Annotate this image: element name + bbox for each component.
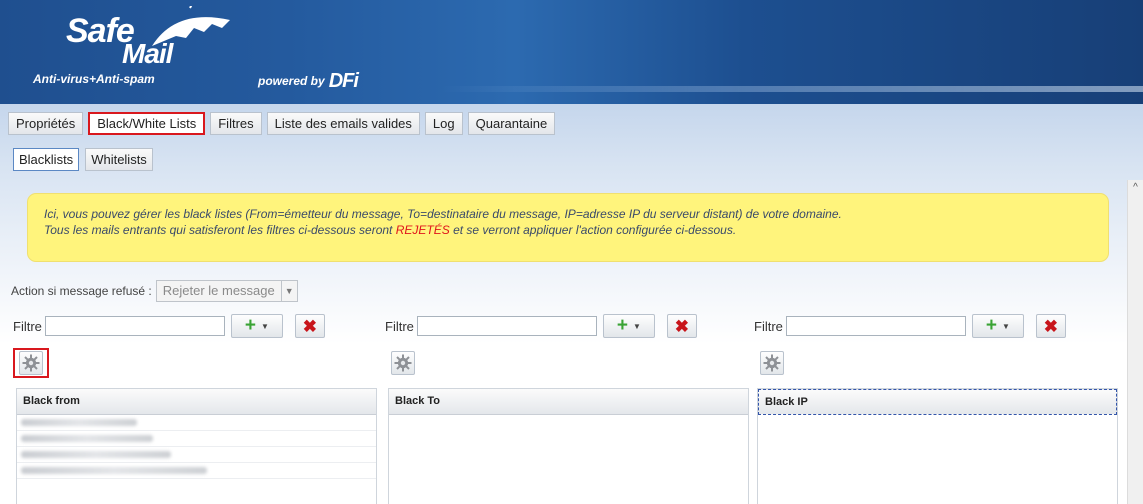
subtab-blacklists[interactable]: Blacklists <box>13 148 80 171</box>
table-row[interactable] <box>17 447 376 463</box>
filter-row: Filtre + ▼ ✖ <box>13 314 376 338</box>
main-tabs: Propriétés Black/White Lists Filtres Lis… <box>8 112 556 136</box>
main-content: Propriétés Black/White Lists Filtres Lis… <box>0 104 1143 504</box>
gear-icon <box>22 354 40 372</box>
filter-input-black-ip[interactable] <box>785 316 966 336</box>
powered-by: powered by DFi <box>258 70 359 93</box>
info-box: Ici, vous pouvez gérer les black listes … <box>27 193 1109 262</box>
filter-input-black-from[interactable] <box>44 316 225 336</box>
scroll-up-arrow-icon[interactable]: ^ <box>1128 181 1143 195</box>
column-header-black-from[interactable]: Black from <box>17 389 376 415</box>
rejected-highlight: REJETÉS <box>395 223 450 237</box>
list-subtabs: Blacklists Whitelists <box>13 148 153 171</box>
refused-action-row: Action si message refusé : Rejeter le me… <box>11 280 298 302</box>
filter-input-black-to[interactable] <box>416 316 597 336</box>
delete-button[interactable]: ✖ <box>1035 314 1066 338</box>
table-row[interactable] <box>17 415 376 431</box>
black-from-panel: Filtre + ▼ ✖ Black from <box>13 314 377 504</box>
tab-log[interactable]: Log <box>424 112 463 135</box>
close-icon: ✖ <box>1043 316 1059 336</box>
filter-label: Filtre <box>13 318 42 334</box>
vertical-scrollbar[interactable]: ^ <box>1127 180 1143 504</box>
black-ip-grid: Black IP <box>757 388 1118 504</box>
refused-action-select[interactable]: Rejeter le message ▼ <box>155 280 298 302</box>
add-button[interactable]: + ▼ <box>230 314 283 338</box>
chevron-down-icon: ▼ <box>1001 321 1010 331</box>
chevron-down-icon[interactable]: ▼ <box>280 281 297 301</box>
header-decoration <box>440 86 1143 92</box>
info-line-1: Ici, vous pouvez gérer les black listes … <box>44 207 842 221</box>
refused-action-label: Action si message refusé : <box>11 284 152 298</box>
plus-icon: + <box>244 315 256 336</box>
gear-icon <box>394 354 412 372</box>
black-to-grid: Black To <box>388 388 749 504</box>
tab-black-white-lists[interactable]: Black/White Lists <box>88 112 206 135</box>
logo-text-mail: Mail <box>122 38 173 69</box>
chevron-down-icon: ▼ <box>632 321 641 331</box>
table-row[interactable] <box>17 463 376 479</box>
add-button[interactable]: + ▼ <box>971 314 1024 338</box>
chevron-down-icon: ▼ <box>260 321 269 331</box>
settings-button[interactable] <box>754 348 790 378</box>
column-header-black-to[interactable]: Black To <box>389 389 748 415</box>
tab-liste-emails-valides[interactable]: Liste des emails valides <box>266 112 420 135</box>
powered-by-label: powered by <box>258 74 325 88</box>
tab-proprietes[interactable]: Propriétés <box>8 112 84 135</box>
close-icon: ✖ <box>302 316 318 336</box>
tab-filtres[interactable]: Filtres <box>210 112 262 135</box>
delete-button[interactable]: ✖ <box>294 314 325 338</box>
filter-label: Filtre <box>385 318 414 334</box>
settings-button[interactable] <box>13 348 49 378</box>
logo-tagline: Anti-virus+Anti-spam <box>33 72 155 86</box>
table-row[interactable] <box>17 431 376 447</box>
subtab-whitelists[interactable]: Whitelists <box>85 148 153 171</box>
gear-icon <box>763 354 781 372</box>
app-header: Safe Mail Anti-virus+Anti-spam powered b… <box>0 0 1143 104</box>
info-line-2: Tous les mails entrants qui satisferont … <box>44 223 737 237</box>
black-to-panel: Filtre + ▼ ✖ Black To <box>385 314 749 504</box>
black-from-grid: Black from <box>16 388 377 504</box>
refused-action-value: Rejeter le message <box>162 283 275 298</box>
black-ip-panel: Filtre + ▼ ✖ Black IP <box>754 314 1118 504</box>
plus-icon: + <box>985 315 997 336</box>
settings-button[interactable] <box>385 348 421 378</box>
filter-row: Filtre + ▼ ✖ <box>754 314 1117 338</box>
add-button[interactable]: + ▼ <box>602 314 655 338</box>
filter-row: Filtre + ▼ ✖ <box>385 314 748 338</box>
column-header-black-ip[interactable]: Black IP <box>758 389 1117 415</box>
plus-icon: + <box>616 315 628 336</box>
delete-button[interactable]: ✖ <box>666 314 697 338</box>
tab-quarantaine[interactable]: Quarantaine <box>467 112 556 135</box>
close-icon: ✖ <box>674 316 690 336</box>
filter-label: Filtre <box>754 318 783 334</box>
dfi-brand: DFi <box>328 70 359 92</box>
